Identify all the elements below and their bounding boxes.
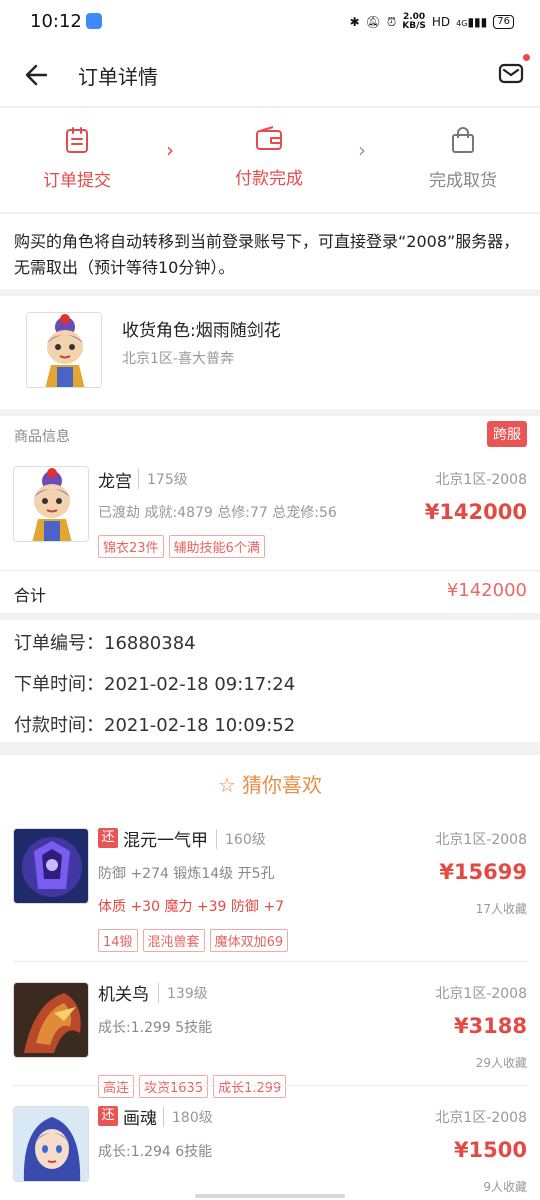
step-pickup-completed: 完成取货: [388, 126, 538, 191]
tag: 高连: [98, 1075, 135, 1098]
item-price: ¥15699: [439, 860, 527, 884]
order-progress: 订单提交 › 付款完成 › 完成取货: [0, 108, 540, 212]
item-tags: 14锻 混沌兽套 魔体双加69: [98, 929, 289, 952]
receiver-role: 收货角色:烟雨随剑花: [122, 321, 281, 341]
tag: 混沌兽套: [142, 929, 205, 952]
goods-info: 商品信息 跨服 龙宫 175级 北京1区-2008 已渡劫 成就:4879 总修…: [0, 416, 540, 613]
alarm-icon: ⏰︎: [386, 14, 397, 29]
item-thumbnail[interactable]: [13, 982, 89, 1058]
item-server: 北京1区-2008: [435, 1110, 527, 1126]
item-name: 机关鸟: [98, 985, 149, 1005]
step-label: 订单提交: [43, 171, 111, 191]
nav-bar: 订单详情: [0, 44, 540, 107]
unread-dot: [523, 54, 530, 61]
item-favorites: 9人收藏: [483, 1180, 527, 1194]
order-number: 订单编号：16880384: [14, 633, 196, 654]
recommend-section: ☆ 猜你喜欢 还 混元一气甲 160级 北京1区-2008 防御 +274 锻炼1…: [0, 755, 540, 1200]
item-server: 北京1区-2008: [435, 986, 527, 1002]
divider: [0, 570, 540, 571]
order-paid-time: 付款时间：2021-02-18 10:09:52: [14, 715, 296, 736]
tag: 攻资1635: [139, 1075, 209, 1098]
step-label: 完成取货: [429, 171, 497, 191]
item-price: ¥1500: [453, 1138, 527, 1162]
item-favorites: 29人收藏: [475, 1056, 527, 1070]
bag-icon: [452, 127, 474, 153]
tag: 14锻: [98, 929, 138, 952]
tag: 成长1.299: [213, 1075, 287, 1098]
receiver-card: 收货角色:烟雨随剑花 北京1区-喜大普奔: [0, 296, 540, 409]
item-tags: 高连 攻资1635 成长1.299: [98, 1075, 287, 1098]
cross-server-badge: 跨服: [487, 421, 527, 447]
bluetooth-icon: ✱: [349, 15, 360, 29]
signal-icon: 4G▮▮▮: [456, 15, 488, 29]
tag: 魔体双加69: [209, 929, 289, 952]
item-name: 混元一气甲: [123, 831, 208, 851]
item-thumbnail[interactable]: [13, 828, 89, 904]
item-level: 160级: [216, 829, 266, 849]
net-speed: 2.00 KB/S: [402, 12, 426, 31]
battery-icon: 76: [493, 15, 514, 29]
receiver-avatar: [26, 312, 102, 388]
chevron-right-icon: ›: [358, 138, 366, 162]
recommend-title: ☆ 猜你喜欢: [218, 773, 322, 797]
order-placed-time: 下单时间：2021-02-18 09:17:24: [14, 674, 296, 695]
divider: [13, 961, 527, 962]
return-badge: 还: [98, 1106, 118, 1126]
item-thumbnail[interactable]: [13, 1106, 89, 1182]
item-favorites: 17人收藏: [475, 902, 527, 916]
item-price: ¥3188: [453, 1014, 527, 1038]
item-level: 180级: [163, 1107, 213, 1127]
tag: 辅助技能6个满: [168, 535, 265, 558]
item-desc: 成长:1.299 5技能: [98, 1020, 213, 1036]
goods-server: 北京1区-2008: [435, 472, 527, 488]
total-label: 合计: [14, 586, 47, 605]
goods-level: 175级: [138, 469, 188, 489]
goods-name[interactable]: 龙宫: [98, 467, 132, 492]
item-level: 139级: [158, 983, 208, 1003]
status-time: 10:12: [30, 11, 82, 32]
goods-price: ¥142000: [424, 500, 527, 524]
item-desc: 成长:1.294 6技能: [98, 1144, 213, 1160]
receiver-server: 北京1区-喜大普奔: [122, 351, 234, 367]
order-meta: 订单编号：16880384 下单时间：2021-02-18 09:17:24 付…: [0, 620, 540, 742]
back-arrow-icon[interactable]: [22, 60, 52, 90]
item-server: 北京1区-2008: [435, 832, 527, 848]
chevron-right-icon: ›: [166, 138, 174, 162]
clipboard-icon: [66, 127, 88, 153]
total-value: ¥142000: [446, 580, 527, 601]
mute-icon: 🔕︎: [365, 15, 381, 29]
app-notification-icon: [86, 13, 102, 29]
wallet-icon: [256, 126, 282, 150]
status-bar: 10:12 ✱ 🔕︎ ⏰︎ 2.00 KB/S HD 4G▮▮▮ 76: [0, 0, 540, 44]
step-order-submitted: 订单提交: [2, 126, 152, 191]
home-indicator[interactable]: [195, 1194, 345, 1198]
status-indicators: ✱ 🔕︎ ⏰︎ 2.00 KB/S HD 4G▮▮▮ 76: [350, 13, 514, 31]
step-payment-completed: 付款完成: [194, 126, 344, 189]
step-label: 付款完成: [235, 169, 303, 189]
section-header: 商品信息: [14, 429, 70, 445]
item-desc: 防御 +274 锻炼14级 开5孔: [98, 866, 275, 882]
message-icon[interactable]: [496, 58, 526, 88]
goods-thumbnail[interactable]: [13, 466, 89, 542]
item-name: 画魂: [123, 1109, 157, 1129]
tag: 锦衣23件: [98, 535, 164, 558]
return-badge: 还: [98, 828, 118, 848]
transfer-notice: 购买的角色将自动转移到当前登录账号下，可直接登录“2008”服务器，无需取出（预…: [0, 213, 540, 289]
star-icon: ☆: [218, 773, 236, 797]
divider: [13, 1085, 527, 1086]
goods-tags: 锦衣23件 辅助技能6个满: [98, 535, 265, 558]
hd-indicator: HD: [431, 15, 451, 29]
goods-desc: 已渡劫 成就:4879 总修:77 总宠修:56: [98, 505, 337, 521]
item-stats: 体质 +30 魔力 +39 防御 +7: [98, 899, 284, 915]
page-title: 订单详情: [78, 65, 158, 89]
